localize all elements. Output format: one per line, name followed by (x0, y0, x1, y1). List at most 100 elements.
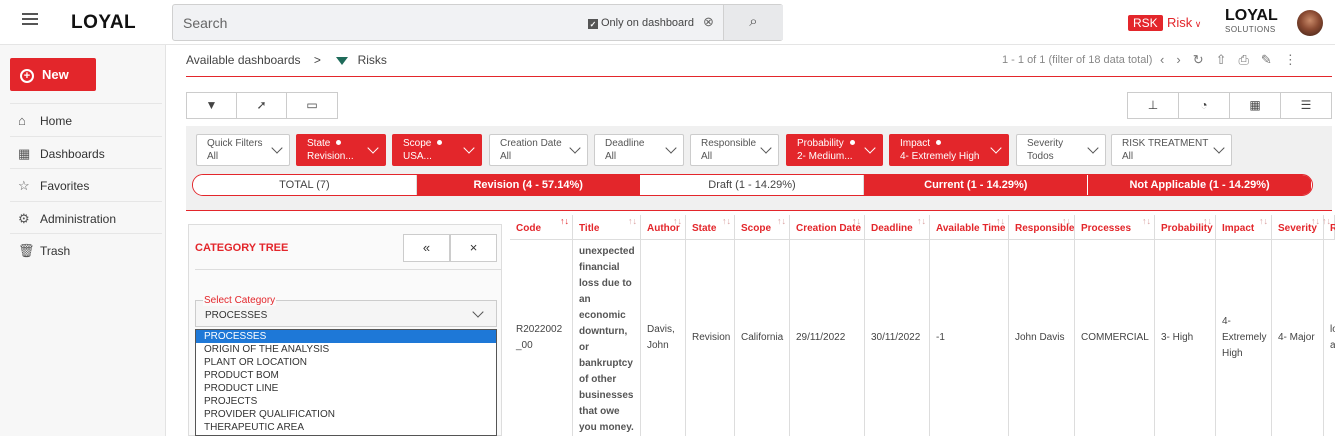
upload-icon[interactable]: ⇧ (1216, 52, 1239, 67)
column-header-responsible[interactable]: Responsible ↑↓ (1009, 215, 1075, 240)
column-header-creation-date[interactable]: Creation Date ↑↓ (790, 215, 865, 240)
sort-icon[interactable]: ↑↓ (1311, 216, 1320, 226)
filter-icon (336, 56, 349, 65)
column-header-author[interactable]: Author ↑↓ (641, 215, 686, 240)
sidebar-item-dashboards[interactable]: ▦ Dashboards (10, 135, 162, 168)
column-header-title[interactable]: Title ↑↓ (573, 215, 641, 240)
column-header-processes[interactable]: Processes ↑↓ (1075, 215, 1155, 240)
column-header-available-time[interactable]: Available Time ↑↓ (930, 215, 1009, 240)
module-selector[interactable]: Risk ∨ (1167, 15, 1201, 30)
app-logo[interactable]: LOYAL (71, 12, 136, 34)
filter-severity[interactable]: Severity Todos (1016, 134, 1106, 166)
refresh-icon[interactable]: ↻ (1193, 52, 1216, 67)
list-view-button[interactable]: ☰ (1280, 92, 1332, 119)
table-cell: 3- High (1155, 240, 1216, 436)
sort-icon[interactable]: ↑↓ (852, 216, 861, 226)
sort-icon[interactable]: ↑↓ (1203, 216, 1212, 226)
category-option[interactable]: PLANT OR LOCATION (196, 356, 496, 369)
sidebar: + New ⌂ Home ▦ Dashboards ☆ Favorites ⚙ Administ… (0, 45, 166, 436)
column-header-severity[interactable]: Severity ↑↓ (1272, 215, 1324, 240)
sort-icon[interactable]: ↑↓ (560, 216, 569, 226)
filter-impact[interactable]: Impact 4- Extremely High (889, 134, 1009, 166)
sort-icon[interactable]: ↑↓ (1259, 216, 1268, 226)
column-header-probability[interactable]: Probability ↑↓ (1155, 215, 1216, 240)
wrench-icon[interactable]: ✎ (1261, 52, 1284, 67)
sidebar-item-trash[interactable]: 🗑 Trash (10, 233, 162, 265)
launch-button[interactable]: ➚ (236, 92, 287, 119)
close-button[interactable]: × (450, 234, 497, 262)
search-input[interactable]: Search (183, 15, 227, 31)
sidebar-item-home[interactable]: ⌂ Home (10, 103, 162, 135)
cell-value: Revision (692, 332, 731, 343)
tab-0[interactable]: TOTAL (7) (193, 175, 417, 195)
cell-value: R2022002_00 (516, 324, 563, 351)
category-option[interactable]: PRODUCT BOM (196, 369, 496, 382)
category-option[interactable]: ORIGIN OF THE ANALYSIS (196, 343, 496, 356)
filter-responsible[interactable]: Responsible All (690, 134, 779, 166)
breadcrumb-parent[interactable]: Available dashboards (186, 53, 301, 67)
menu-icon[interactable] (22, 13, 38, 27)
sort-icon[interactable]: ↑↓ (1322, 216, 1331, 226)
sort-icon[interactable]: ↑↓ (777, 216, 786, 226)
module-badge: RSK (1128, 15, 1163, 31)
more-icon[interactable]: ⋮ (1284, 52, 1309, 67)
panel-icon: ▭ (306, 98, 318, 112)
filter-risk-treatment[interactable]: RISK TREATMENT All (1111, 134, 1232, 166)
filter-label: Scope (403, 138, 432, 149)
column-header-r[interactable]: R ↑↓ (1322, 215, 1335, 240)
clear-search-icon[interactable]: ⊗ (703, 14, 714, 30)
filter-probability[interactable]: Probability 2- Medium... (786, 134, 883, 166)
sort-icon[interactable]: ↑↓ (917, 216, 926, 226)
tab-3[interactable]: Current (1 - 14.29%) (864, 175, 1089, 195)
star-icon: ☆ (18, 178, 30, 193)
chart-view-button[interactable]: ◔ (1178, 92, 1230, 119)
tab-1[interactable]: Revision (4 - 57.14%) (416, 175, 641, 195)
category-option[interactable]: PROVIDER QUALIFICATION (196, 408, 496, 421)
sort-icon[interactable]: ↑↓ (628, 216, 637, 226)
search-button[interactable]: ⌕ (723, 5, 783, 40)
category-option[interactable]: PRODUCT LINE (196, 382, 496, 395)
sort-icon[interactable]: ↑↓ (1062, 216, 1071, 226)
grid-view-button[interactable]: ▦ (1229, 92, 1281, 119)
filter-button[interactable]: ▼ (186, 92, 237, 119)
tab-4[interactable]: Not Applicable (1 - 14.29%) (1088, 175, 1312, 195)
column-header-scope[interactable]: Scope ↑↓ (735, 215, 790, 240)
prev-page-icon[interactable]: ‹ (1160, 52, 1176, 67)
filter-scope[interactable]: Scope USA... (392, 134, 482, 166)
column-header-deadline[interactable]: Deadline ↑↓ (865, 215, 930, 240)
column-header-code[interactable]: Code ↑↓ (510, 215, 573, 240)
print-icon[interactable]: ⎙ (1239, 52, 1261, 67)
collapse-button[interactable]: « (403, 234, 450, 262)
filter-state[interactable]: State Revision... (296, 134, 386, 166)
cell-value: Davis, John (647, 324, 675, 351)
filter-quick-filters[interactable]: Quick Filters All (196, 134, 290, 166)
table-cell: Davis, John (641, 240, 686, 436)
cell-value: unexpected financial loss due to an econ… (579, 246, 635, 433)
table-cell: COMMERCIAL (1075, 240, 1155, 436)
sort-icon[interactable]: ↑↓ (722, 216, 731, 226)
category-option[interactable]: PROCESSES (196, 330, 496, 343)
sort-icon[interactable]: ↑↓ (1142, 216, 1151, 226)
filter-deadline[interactable]: Deadline All (594, 134, 684, 166)
sort-icon[interactable]: ↑↓ (996, 216, 1005, 226)
column-header-impact[interactable]: Impact ↑↓ (1216, 215, 1272, 240)
sidebar-item-favorites[interactable]: ☆ Favorites (10, 168, 162, 200)
category-option[interactable]: THERAPEUTIC AREA (196, 421, 496, 434)
table-cell: 29/11/2022 (790, 240, 865, 436)
hierarchy-view-button[interactable]: ⊥ (1127, 92, 1179, 119)
category-select-value: PROCESSES (205, 310, 268, 321)
column-header-state[interactable]: State ↑↓ (686, 215, 735, 240)
category-option[interactable]: PROJECTS (196, 395, 496, 408)
avatar[interactable] (1297, 10, 1323, 36)
filter-creation-date[interactable]: Creation Date All (489, 134, 588, 166)
panel-button[interactable]: ▭ (286, 92, 338, 119)
category-select[interactable]: Select Category PROCESSES (195, 295, 497, 327)
new-button[interactable]: + New (10, 58, 96, 91)
tab-2[interactable]: Draft (1 - 14.29%) (640, 175, 865, 195)
next-page-icon[interactable]: › (1176, 52, 1192, 67)
only-dashboard-checkbox[interactable]: ✓ Only on dashboard (588, 17, 694, 29)
sort-icon[interactable]: ↑↓ (673, 216, 682, 226)
trash-icon: 🗑 (18, 243, 35, 258)
filter-label: Impact (900, 138, 931, 149)
sidebar-item-administration[interactable]: ⚙ Administration (10, 200, 162, 233)
